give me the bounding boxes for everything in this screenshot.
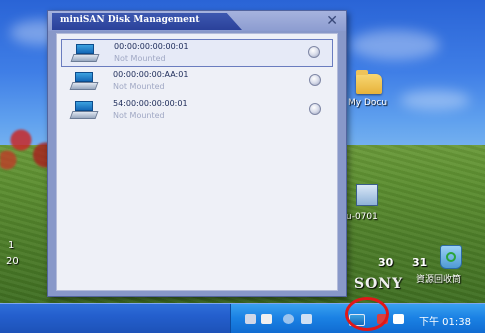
flag-tray-icon[interactable] xyxy=(393,314,404,324)
highlight-circle-annotation xyxy=(345,297,389,331)
disk-list-item[interactable]: 00:00:00:00:00:01 Not Mounted xyxy=(61,39,333,67)
calendar-number: 30 xyxy=(378,256,394,269)
network-tray-icon[interactable] xyxy=(283,314,294,324)
close-icon[interactable]: ✕ xyxy=(326,12,338,30)
desktop-screen: 1 20 My Docu u-0701 30 31 資源回收筒 SONY min… xyxy=(0,0,485,333)
taskbar: 下午 01:38 xyxy=(0,303,485,333)
mount-toggle-icon[interactable] xyxy=(309,74,321,86)
volume-tray-icon[interactable] xyxy=(301,314,312,324)
computer-icon[interactable] xyxy=(356,184,378,206)
folder-icon[interactable] xyxy=(356,70,382,94)
disk-status: Not Mounted xyxy=(113,82,165,91)
recycle-bin-icon[interactable] xyxy=(440,245,462,269)
desktop-text-fragment: 1 xyxy=(8,240,15,251)
desktop-text-fragment: 20 xyxy=(6,256,19,267)
disk-id: 00:00:00:00:00:01 xyxy=(114,42,189,51)
mount-toggle-icon[interactable] xyxy=(309,103,321,115)
disk-id: 00:00:00:00:AA:01 xyxy=(113,70,189,79)
brand-wallpaper-text: SONY xyxy=(354,276,404,292)
disk-list-item[interactable]: 54:00:00:00:00:01 Not Mounted xyxy=(61,97,333,125)
desktop-icon-label[interactable]: My Docu xyxy=(348,98,387,108)
network-disk-icon xyxy=(69,72,99,91)
dialog-title: miniSAN Disk Management xyxy=(60,15,200,25)
network-disk-icon xyxy=(69,101,99,120)
disk-status: Not Mounted xyxy=(113,111,165,120)
mount-toggle-icon[interactable] xyxy=(308,46,320,58)
calendar-number: 31 xyxy=(412,256,428,269)
disk-status: Not Mounted xyxy=(114,54,166,63)
dialog-titlebar[interactable]: miniSAN Disk Management ✕ xyxy=(48,11,346,31)
disk-id: 54:00:00:00:00:01 xyxy=(113,99,188,108)
desktop-icon-label[interactable]: u-0701 xyxy=(346,212,378,222)
keyboard-tray-icon[interactable] xyxy=(245,314,256,324)
help-tray-icon[interactable] xyxy=(261,314,272,324)
network-disk-icon xyxy=(70,44,100,63)
disk-list-item[interactable]: 00:00:00:00:AA:01 Not Mounted xyxy=(61,68,333,96)
desktop-icon-label[interactable]: 資源回收筒 xyxy=(416,272,461,285)
disk-management-dialog: miniSAN Disk Management ✕ 00:00:00:00:00… xyxy=(47,10,347,297)
disk-list: 00:00:00:00:00:01 Not Mounted 00:00:00:0… xyxy=(56,33,338,291)
taskbar-clock[interactable]: 下午 01:38 xyxy=(419,313,471,328)
